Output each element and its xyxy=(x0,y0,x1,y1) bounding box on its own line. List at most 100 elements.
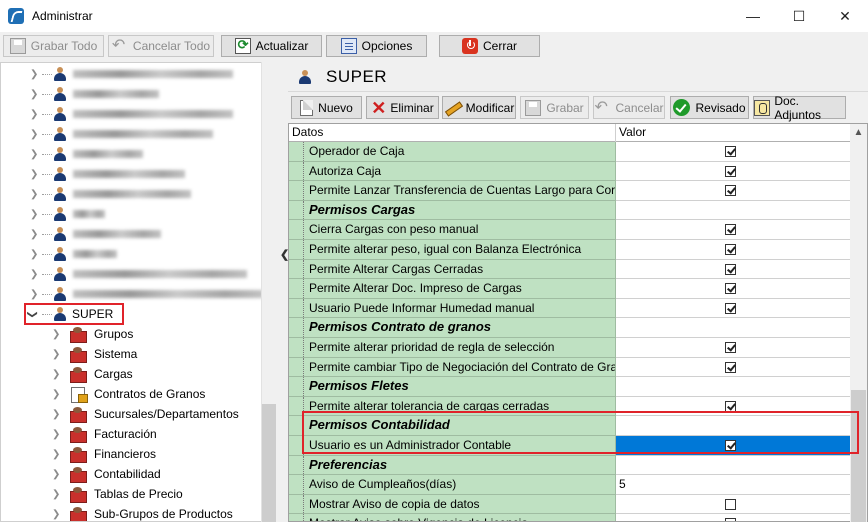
tree-user-row[interactable]: ❯ xyxy=(1,244,261,264)
tree-group-item[interactable]: ❯ Sistema xyxy=(1,344,261,364)
property-checkbox[interactable] xyxy=(725,302,736,314)
grid-property-row[interactable]: Aviso de Cumpleaños(días) 5 xyxy=(289,475,851,495)
grid-property-row[interactable]: Permite alterar peso, igual con Balanza … xyxy=(289,240,851,260)
tree-group-item[interactable]: ❯ Financieros xyxy=(1,444,261,464)
property-checkbox[interactable] xyxy=(725,498,736,510)
chevron-right-icon[interactable]: ❯ xyxy=(30,89,38,100)
property-value[interactable] xyxy=(616,161,851,182)
grid-property-row[interactable]: Operador de Caja xyxy=(289,142,851,162)
tree-user-row[interactable]: ❯ xyxy=(1,144,261,164)
property-checkbox[interactable] xyxy=(725,165,736,177)
close-window-button[interactable]: ✕ xyxy=(822,0,868,32)
property-checkbox[interactable] xyxy=(725,518,736,521)
save-all-button[interactable]: Grabar Todo xyxy=(3,35,104,57)
chevron-right-icon[interactable]: ❯ xyxy=(30,249,38,260)
tree-group-item[interactable]: ❯ Contratos de Granos xyxy=(1,384,261,404)
column-header-valor[interactable]: Valor xyxy=(616,124,851,142)
tree-user-row[interactable]: ❯ xyxy=(1,164,261,184)
panel-splitter[interactable] xyxy=(278,62,287,522)
chevron-right-icon[interactable]: ❯ xyxy=(30,289,38,300)
property-value[interactable] xyxy=(616,220,851,240)
tree-user-row[interactable]: ❯ xyxy=(1,224,261,244)
chevron-right-icon[interactable]: ❯ xyxy=(52,349,60,360)
minimize-button[interactable]: — xyxy=(730,0,776,32)
property-value[interactable] xyxy=(616,181,851,201)
close-button[interactable]: Cerrar xyxy=(439,35,540,57)
property-checkbox[interactable] xyxy=(725,342,736,353)
scroll-up-icon[interactable]: ▲ xyxy=(850,124,867,141)
tree-group-item[interactable]: ❯ Tablas de Precio xyxy=(1,484,261,504)
tree-user-row[interactable]: ❯ xyxy=(1,64,261,84)
maximize-button[interactable]: ☐ xyxy=(776,0,822,32)
chevron-right-icon[interactable]: ❯ xyxy=(30,109,38,120)
chevron-right-icon[interactable]: ❯ xyxy=(52,509,60,520)
tree-group-item[interactable]: ❯ Contabilidad xyxy=(1,464,261,484)
chevron-right-icon[interactable]: ❯ xyxy=(30,129,38,140)
property-value[interactable] xyxy=(616,494,851,515)
grid-category-row[interactable]: Permisos Contrato de granos xyxy=(289,318,851,338)
property-value[interactable] xyxy=(616,142,851,162)
property-value[interactable] xyxy=(616,259,851,280)
grid-property-row[interactable]: Permite alterar prioridad de regla de se… xyxy=(289,338,851,358)
tree-group-item[interactable]: ❯ Sucursales/Departamentos xyxy=(1,404,261,424)
tree-group-item[interactable]: ❯ Sub-Grupos de Productos xyxy=(1,504,261,521)
grid-category-row[interactable]: Preferencias xyxy=(289,455,851,476)
tree-user-row[interactable]: ❯ xyxy=(1,284,263,304)
chevron-right-icon[interactable]: ❯ xyxy=(52,469,60,480)
property-checkbox[interactable] xyxy=(725,263,736,275)
grid-scrollbar-thumb[interactable] xyxy=(851,390,866,522)
property-value[interactable] xyxy=(616,357,851,378)
chevron-right-icon[interactable]: ❯ xyxy=(30,269,38,280)
property-checkbox[interactable] xyxy=(725,244,736,255)
chevron-right-icon[interactable]: ❯ xyxy=(52,449,60,460)
chevron-right-icon[interactable]: ❯ xyxy=(52,329,60,340)
property-text-value[interactable]: 5 xyxy=(619,477,626,491)
chevron-right-icon[interactable]: ❯ xyxy=(30,169,38,180)
tree-user-row[interactable]: ❯ xyxy=(1,264,261,284)
grid-property-row[interactable]: Permite cambiar Tipo de Negociación del … xyxy=(289,357,851,378)
save-button[interactable]: Grabar xyxy=(520,96,589,119)
chevron-right-icon[interactable]: ❯ xyxy=(30,229,38,240)
property-value[interactable]: 5 xyxy=(616,475,851,495)
chevron-right-icon[interactable]: ❯ xyxy=(30,149,38,160)
chevron-right-icon[interactable]: ❯ xyxy=(52,389,60,400)
tree-user-row[interactable]: ❯ xyxy=(1,84,261,104)
options-button[interactable]: Opciones xyxy=(326,35,427,57)
grid-property-row[interactable]: Permite Alterar Cargas Cerradas xyxy=(289,259,851,280)
edit-button[interactable]: Modificar xyxy=(442,96,516,119)
property-checkbox[interactable] xyxy=(725,283,736,295)
chevron-right-icon[interactable]: ❯ xyxy=(52,429,60,440)
grid-property-row[interactable]: Permite Alterar Doc. Impreso de Cargas xyxy=(289,279,851,299)
grid-property-row[interactable]: Permite Lanzar Transferencia de Cuentas … xyxy=(289,181,851,201)
tree-group-item[interactable]: ❯ Grupos xyxy=(1,324,261,344)
grid-property-row[interactable]: Mostrar Aviso de copia de datos xyxy=(289,494,851,515)
grid-property-row[interactable]: Autoriza Caja xyxy=(289,161,851,182)
new-button[interactable]: Nuevo xyxy=(291,96,362,119)
chevron-right-icon[interactable]: ❯ xyxy=(52,489,60,500)
delete-button[interactable]: ✕ Eliminar xyxy=(366,96,439,119)
tree-user-row[interactable]: ❯ xyxy=(1,204,261,224)
property-value[interactable] xyxy=(616,514,851,521)
tree-group-item[interactable]: ❯ Facturación xyxy=(1,424,261,444)
grid-property-row[interactable]: Mostrar Aviso sobre Vigencia de Licencia xyxy=(289,514,851,521)
grid-category-row[interactable]: Permisos Fletes xyxy=(289,377,851,397)
property-checkbox[interactable] xyxy=(725,185,736,197)
chevron-right-icon[interactable]: ❯ xyxy=(30,69,38,80)
tree-user-row[interactable]: ❯ xyxy=(1,104,261,124)
grid-property-row[interactable]: Cierra Cargas con peso manual xyxy=(289,220,851,240)
tree-user-row[interactable]: ❯ xyxy=(1,124,261,144)
refresh-button[interactable]: Actualizar xyxy=(221,35,322,57)
property-value[interactable] xyxy=(616,279,851,299)
chevron-right-icon[interactable]: ❯ xyxy=(30,209,38,220)
tree-scrollbar-thumb[interactable] xyxy=(262,404,276,522)
cancel-all-button[interactable]: Cancelar Todo xyxy=(108,35,214,57)
chevron-right-icon[interactable]: ❯ xyxy=(52,409,60,420)
property-value[interactable] xyxy=(616,298,851,319)
permissions-grid[interactable]: Datos Valor Operador de Caja Autoriza Caj… xyxy=(288,123,868,522)
chevron-right-icon[interactable]: ❯ xyxy=(52,369,60,380)
property-checkbox[interactable] xyxy=(725,361,736,373)
grid-property-row[interactable]: Usuario Puede Informar Humedad manual xyxy=(289,298,851,319)
chevron-right-icon[interactable]: ❯ xyxy=(30,189,38,200)
grid-category-row[interactable]: Permisos Cargas xyxy=(289,200,851,221)
attachments-button[interactable]: Doc. Adjuntos xyxy=(753,94,846,122)
